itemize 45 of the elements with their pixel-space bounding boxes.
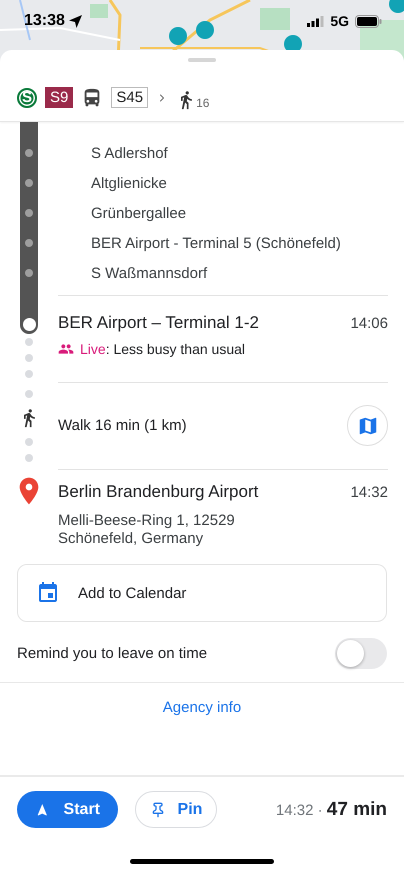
path-dot	[25, 390, 33, 398]
stop-name: S Waßmannsdorf	[90, 264, 208, 284]
path-dot	[25, 438, 33, 446]
walk-minutes: 16	[196, 96, 210, 110]
stop-name: Grünbergallee	[90, 204, 188, 224]
path-dot	[25, 370, 33, 378]
arrival-time: 14:06	[350, 314, 388, 332]
stop-name: BER Airport - Terminal 5 (Schönefeld)	[90, 234, 342, 254]
stop-dot	[25, 239, 33, 247]
address-line: Melli-Beese-Ring 1, 12529	[58, 512, 236, 530]
network-type: 5G	[330, 13, 349, 29]
drag-handle[interactable]	[188, 58, 216, 62]
stop-dot	[25, 269, 33, 277]
stop-circle	[22, 318, 36, 331]
pin-icon	[150, 802, 166, 818]
trip-summary: 14:32 · 47 min	[276, 798, 387, 820]
sbahn-logo: S	[17, 88, 37, 108]
stop-name: S Adlershof	[90, 144, 169, 164]
signal-icon	[307, 16, 324, 26]
battery-icon	[355, 14, 382, 28]
agency-info-link[interactable]: Agency info	[162, 699, 242, 716]
reminder-label: Remind you to leave on time	[17, 645, 208, 662]
destination-title: Berlin Brandenburg Airport	[58, 482, 258, 502]
line-badge: S9	[45, 87, 74, 108]
path-dot	[25, 454, 33, 462]
status-time: 13:38	[24, 12, 65, 30]
path-dot	[25, 354, 33, 362]
pin-button[interactable]: Pin	[135, 791, 217, 828]
calendar-icon	[36, 581, 60, 605]
location-arrow-icon	[68, 14, 82, 28]
stop-name: Altglienicke	[90, 174, 168, 194]
stop-dot	[25, 179, 33, 187]
stop-title: BER Airport – Terminal 1-2	[58, 313, 259, 333]
stop-dot	[25, 209, 33, 217]
walk-directions: Walk 16 min (1 km)	[58, 416, 187, 434]
stop-dot	[25, 149, 33, 157]
address-line: Schönefeld, Germany	[58, 530, 204, 548]
arrival-time: 14:32	[350, 484, 388, 500]
line-badge: S45	[111, 87, 148, 108]
start-button[interactable]: Start	[17, 791, 118, 828]
map-button[interactable]	[347, 405, 388, 446]
reminder-toggle[interactable]	[335, 638, 387, 669]
add-to-calendar-button[interactable]: Add to Calendar	[17, 564, 387, 622]
crowd-status: Live: Less busy than usual	[80, 341, 245, 357]
path-dot	[25, 338, 33, 346]
